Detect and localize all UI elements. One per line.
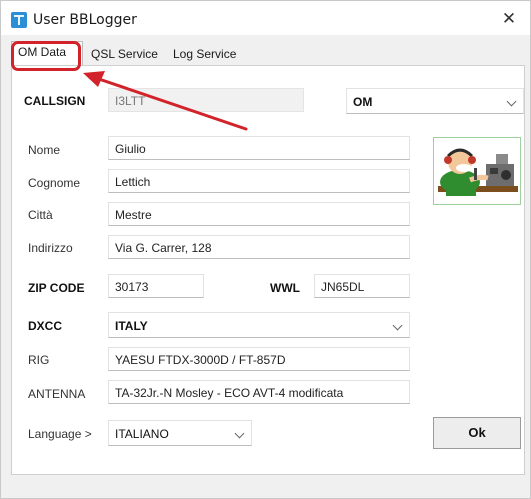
wwl-field[interactable]: JN65DL: [314, 274, 410, 298]
citta-label: Città: [28, 208, 53, 222]
rig-label: RIG: [28, 353, 50, 367]
citta-field[interactable]: Mestre: [108, 202, 410, 226]
language-value: ITALIANO: [115, 427, 169, 441]
nome-field[interactable]: Giulio: [108, 136, 410, 160]
callsign-field[interactable]: I3LTT: [108, 88, 304, 112]
rig-field[interactable]: YAESU FTDX-3000D / FT-857D: [108, 347, 410, 371]
operator-type-value: OM: [353, 95, 373, 109]
cognome-label: Cognome: [28, 176, 81, 190]
language-select[interactable]: ITALIANO: [108, 420, 252, 446]
radio-operator-cartoon-icon-graphic: [438, 148, 518, 196]
cognome-field[interactable]: Lettich: [108, 169, 410, 193]
callsign-label: CALLSIGN: [24, 94, 86, 108]
nome-label: Nome: [28, 143, 61, 157]
tab-bar: OM Data QSL Service Log Service: [7, 41, 527, 65]
dxcc-value: ITALY: [115, 319, 148, 333]
annotation-highlight-box: [11, 41, 81, 71]
language-label: Language >: [28, 427, 92, 441]
operator-type-select[interactable]: OM: [346, 88, 524, 114]
indirizzo-field[interactable]: Via G. Carrer, 128: [108, 235, 410, 259]
chevron-down-icon: [506, 96, 517, 107]
bblogger-app-icon: [11, 12, 27, 28]
chevron-down-icon: [234, 428, 245, 439]
om-data-panel: CALLSIGN I3LTT OM Nome Giulio Cognome Le…: [11, 65, 525, 475]
dxcc-label: DXCC: [28, 319, 63, 333]
indirizzo-label: Indirizzo: [28, 241, 73, 255]
title-bar: User BBLogger ✕: [1, 1, 530, 35]
tab-qsl-service[interactable]: QSL Service: [85, 44, 164, 64]
tab-log-service[interactable]: Log Service: [167, 44, 242, 64]
chevron-down-icon: [392, 320, 403, 331]
radio-operator-cartoon-icon: [433, 137, 521, 205]
zip-code-field[interactable]: 30173: [108, 274, 204, 298]
antenna-field[interactable]: TA-32Jr.-N Mosley - ECO AVT-4 modificata: [108, 380, 410, 404]
window-title: User BBLogger: [33, 12, 137, 28]
wwl-label: WWL: [270, 281, 300, 295]
close-button[interactable]: ✕: [496, 8, 522, 30]
zip-code-label: ZIP CODE: [28, 281, 85, 295]
antenna-label: ANTENNA: [28, 387, 86, 401]
user-bblogger-window: User BBLogger ✕ OM Data QSL Service Log …: [0, 0, 531, 499]
dxcc-select[interactable]: ITALY: [108, 312, 410, 338]
ok-button[interactable]: Ok: [433, 417, 521, 449]
